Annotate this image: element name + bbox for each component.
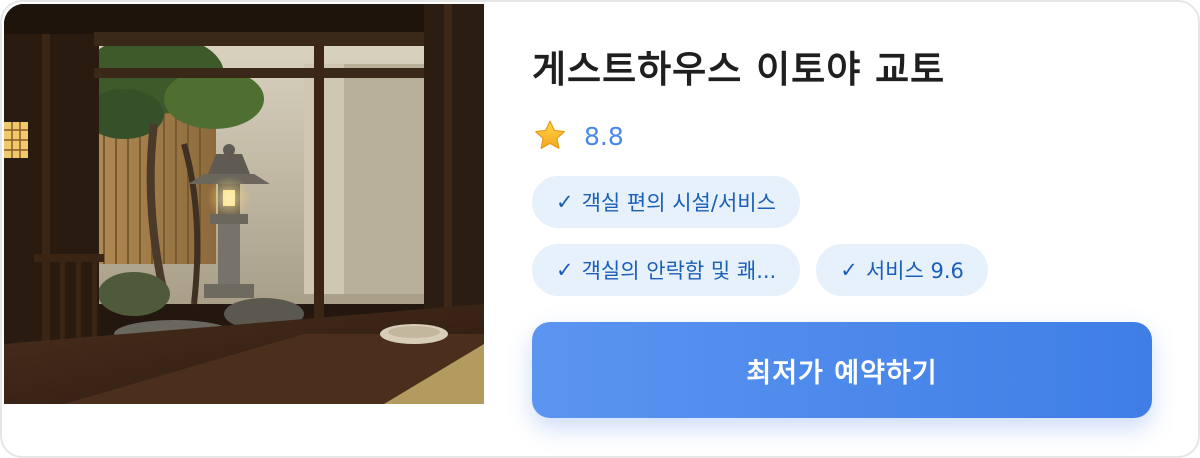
amenity-tags-row-2: ✓ 객실의 안락함 및 쾌... ✓ 서비스 9.6 [532,244,1152,296]
amenity-tag-label: 객실의 안락함 및 쾌... [581,259,777,283]
check-icon: ✓ [556,258,574,282]
hotel-name: 게스트하우스 이토야 교토 [532,48,946,91]
amenity-tags-row-1: ✓ 객실 편의 시설/서비스 [532,176,1152,228]
amenity-tag-label: 객실 편의 시설/서비스 [581,191,776,215]
amenity-tag[interactable]: ✓ 객실의 안락함 및 쾌... [532,244,801,296]
amenity-tag[interactable]: ✓ 서비스 9.6 [816,244,988,296]
hotel-info: 게스트하우스 이토야 교토 8.8 ✓ 객실 편의 시설/서비스 ✓ 객실의 안… [532,42,1152,296]
book-lowest-price-button[interactable]: 최저가 예약하기 [532,322,1152,418]
hotel-photo[interactable] [4,4,484,404]
star-icon [535,120,565,149]
amenity-tag[interactable]: ✓ 객실 편의 시설/서비스 [532,176,800,228]
rating-score: 8.8 [584,121,624,151]
rating-row: 8.8 [532,116,1152,156]
amenity-tag-label: 서비스 9.6 [865,259,964,283]
courtyard-image [4,4,484,404]
hotel-card[interactable]: 게스트하우스 이토야 교토 8.8 ✓ 객실 편의 시설/서비스 ✓ 객실의 안… [0,0,1200,458]
check-icon: ✓ [556,190,574,214]
check-icon: ✓ [840,258,858,282]
